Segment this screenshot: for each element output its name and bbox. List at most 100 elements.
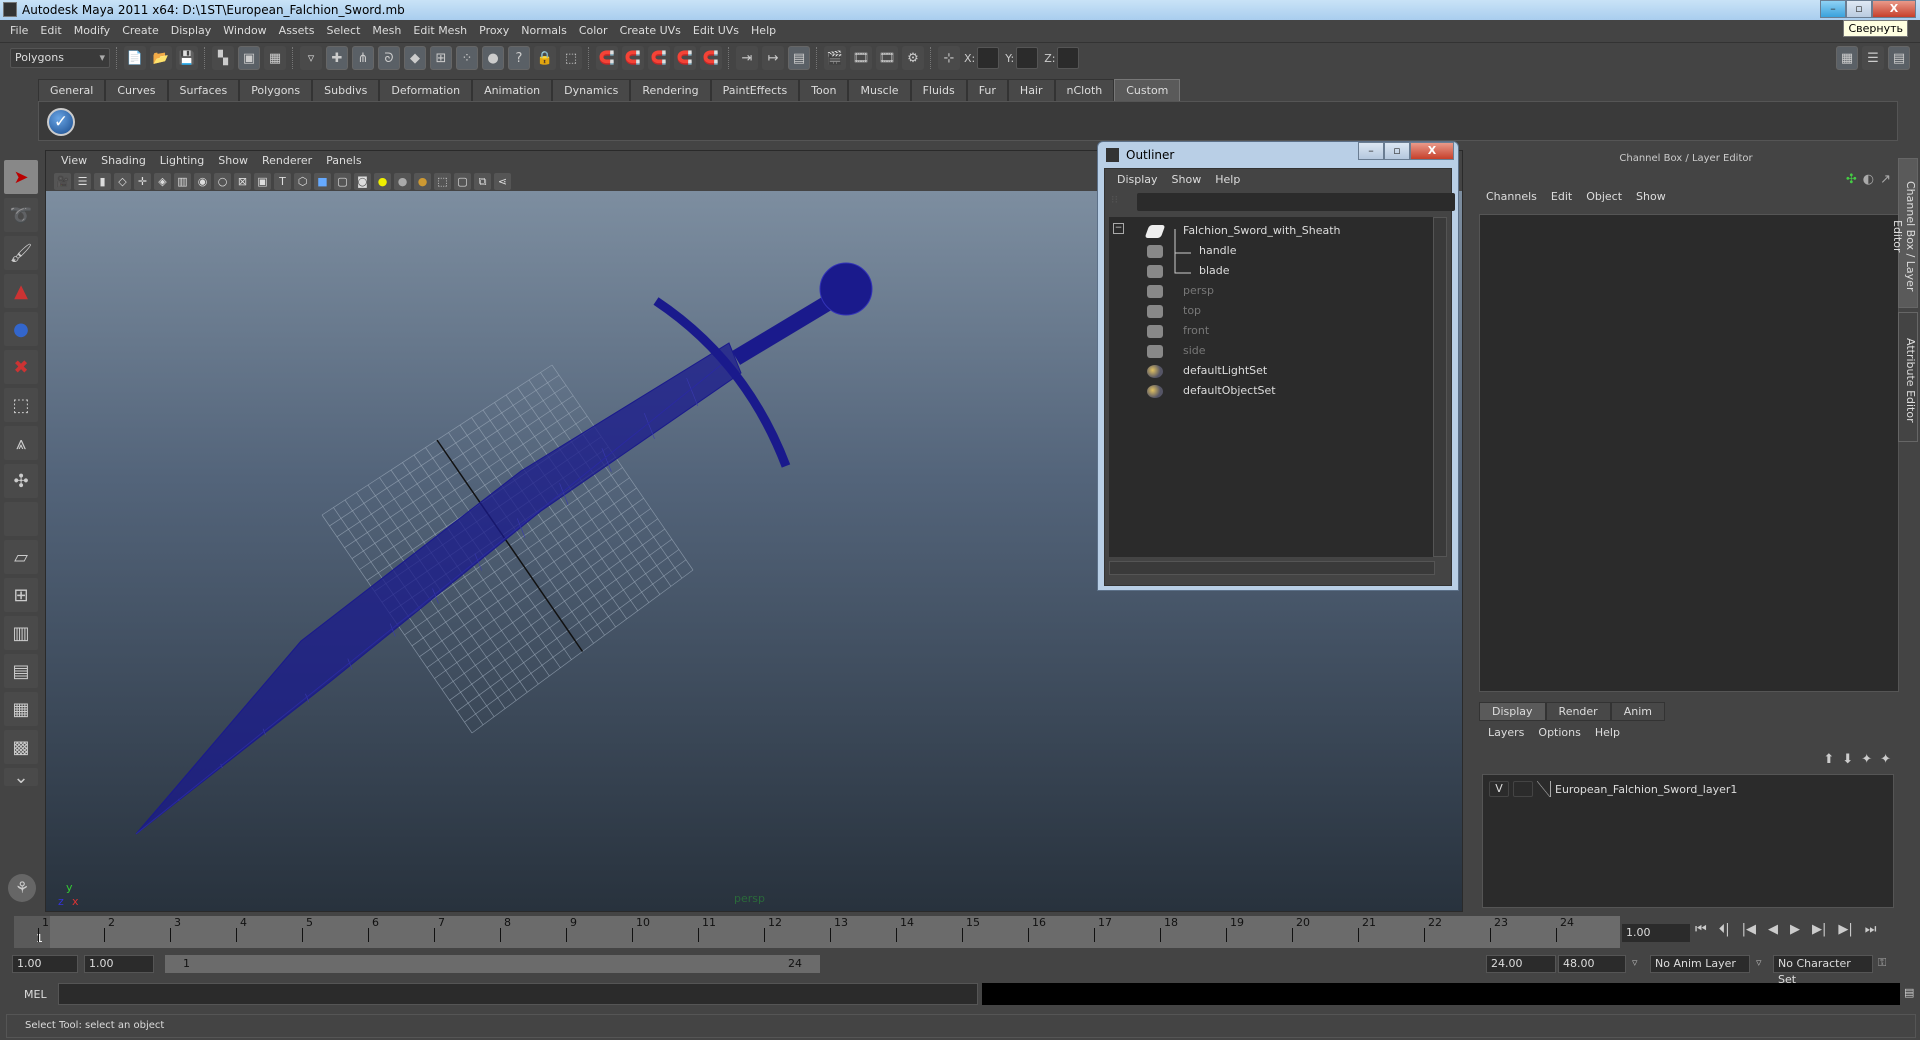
layer-menu-help[interactable]: Help [1588, 726, 1627, 739]
outliner-maximize-button[interactable]: ▫ [1384, 142, 1410, 160]
new-layer-selected-icon[interactable]: ✦ [1880, 752, 1891, 767]
layer-tab-anim[interactable]: Anim [1610, 702, 1665, 721]
menu-display[interactable]: Display [165, 24, 218, 37]
menu-help[interactable]: Help [745, 24, 782, 37]
select-hierarchy-icon[interactable]: ▚ [212, 46, 234, 70]
select-misc-icon[interactable]: ? [508, 46, 530, 70]
shelf-tab-polygons[interactable]: Polygons [239, 79, 313, 101]
outliner-menu-show[interactable]: Show [1166, 173, 1210, 186]
lock-selection-icon[interactable]: 🔒 [534, 46, 556, 70]
shelf-tab-hair[interactable]: Hair [1007, 79, 1055, 101]
outliner-filter-input[interactable] [1137, 193, 1455, 211]
tool-settings-toggle-icon[interactable]: ☰ [1862, 46, 1884, 70]
outliner-item[interactable]: top [1147, 301, 1201, 321]
menu-create[interactable]: Create [116, 24, 165, 37]
output-ops-icon[interactable]: ↦ [762, 46, 784, 70]
manipulator-icon[interactable]: ✣ [1846, 172, 1857, 187]
channel-menu-edit[interactable]: Edit [1544, 190, 1579, 203]
shelf-tab-animation[interactable]: Animation [472, 79, 553, 101]
step-forward-key-icon[interactable]: ▶| [1812, 922, 1826, 937]
single-perspective-layout-icon[interactable]: ▱ [4, 540, 38, 574]
play-forwards-icon[interactable]: ▶ [1790, 922, 1800, 937]
menu-create-uvs[interactable]: Create UVs [614, 24, 687, 37]
outliner-item[interactable]: side [1147, 341, 1206, 361]
manipulator-tool-icon[interactable]: ⬚ [4, 388, 38, 422]
outliner-item[interactable]: defaultObjectSet [1147, 381, 1276, 401]
move-layer-up-icon[interactable]: ⬆ [1823, 752, 1834, 767]
layer-tab-render[interactable]: Render [1545, 702, 1611, 721]
menu-file[interactable]: File [4, 24, 34, 37]
menu-edit-mesh[interactable]: Edit Mesh [407, 24, 473, 37]
current-frame-field[interactable]: 1.00 [1622, 924, 1690, 942]
start-time-field[interactable]: 1.00 [12, 955, 78, 973]
anim-start-field[interactable]: 1.00 [84, 955, 154, 973]
hypershade-layout-icon[interactable]: ▦ [4, 692, 38, 726]
script-editor-icon[interactable]: ▤ [1904, 986, 1914, 999]
lasso-tool-icon[interactable]: ➰ [4, 198, 38, 232]
make-live-icon[interactable]: 🧲 [700, 46, 722, 70]
grid-icon[interactable]: ◈ [154, 172, 171, 190]
safe-action-icon[interactable]: ▣ [254, 172, 271, 190]
layer-row[interactable]: V European_Falchion_Sword_layer1 [1489, 781, 1737, 797]
highlight-selection-icon[interactable]: ⬚ [560, 46, 582, 70]
shelf-tab-fur[interactable]: Fur [966, 79, 1008, 101]
auto-key-icon[interactable]: ⚿ [1878, 956, 1886, 970]
select-handles-icon[interactable]: ✚ [326, 46, 348, 70]
xray-icon[interactable]: ▢ [454, 172, 471, 190]
xray-joints-icon[interactable]: ⧉ [474, 172, 491, 190]
use-all-lights-icon[interactable]: ● [374, 172, 391, 190]
tab-attribute-editor[interactable]: Attribute Editor [1898, 312, 1918, 442]
layer-menu-options[interactable]: Options [1531, 726, 1587, 739]
last-tool-icon[interactable]: ✣ [4, 464, 38, 498]
filter-icon[interactable]: ⁝⁝ [1111, 193, 1118, 206]
high-quality-icon[interactable]: ● [414, 172, 431, 190]
outliner-item[interactable]: persp [1147, 281, 1214, 301]
play-backwards-icon[interactable]: ◀ [1768, 922, 1778, 937]
select-joints-icon[interactable]: ⋔ [352, 46, 374, 70]
shelf-tab-fluids[interactable]: Fluids [910, 79, 967, 101]
move-layer-down-icon[interactable]: ⬇ [1842, 752, 1853, 767]
layer-tab-display[interactable]: Display [1479, 702, 1546, 721]
restore-button[interactable]: ▫ [1846, 0, 1872, 18]
field-chart-icon[interactable]: ⊠ [234, 172, 251, 190]
channel-menu-object[interactable]: Object [1579, 190, 1629, 203]
viewport-menu-view[interactable]: View [54, 154, 94, 167]
go-to-end-icon[interactable]: ⏭ [1865, 922, 1877, 937]
shelf-tab-general[interactable]: General [38, 79, 106, 101]
menu-color[interactable]: Color [573, 24, 614, 37]
new-scene-icon[interactable]: 📄 [124, 46, 146, 70]
channel-menu-channels[interactable]: Channels [1479, 190, 1544, 203]
persp-graph-layout-icon[interactable]: ▤ [4, 654, 38, 688]
menu-modify[interactable]: Modify [68, 24, 116, 37]
snap-curve-icon[interactable]: 🧲 [622, 46, 644, 70]
channel-menu-show[interactable]: Show [1629, 190, 1673, 203]
rotate-tool-icon[interactable]: ● [4, 312, 38, 346]
transform-field-icon[interactable]: ⊹ [938, 46, 960, 70]
step-back-key-icon[interactable]: |◀ [1742, 922, 1756, 937]
xray-components-icon[interactable]: ⋖ [494, 172, 511, 190]
render-current-icon[interactable]: 🎞 [850, 46, 872, 70]
tab-channel-box-layer-editor[interactable]: Channel Box / Layer Editor [1891, 158, 1918, 308]
soft-mod-tool-icon[interactable]: ⩓ [4, 426, 38, 460]
outliner-vertical-scrollbar[interactable] [1433, 217, 1447, 557]
persp-outliner-layout-icon[interactable]: ▥ [4, 616, 38, 650]
select-rendering-icon[interactable]: ● [482, 46, 504, 70]
bookmarks-icon[interactable]: ▮ [94, 172, 111, 190]
wireframe-on-shaded-icon[interactable]: ▢ [334, 172, 351, 190]
layer-display-type-toggle[interactable] [1513, 781, 1533, 797]
end-time-field[interactable]: 24.00 [1486, 955, 1556, 973]
resolution-gate-icon[interactable]: ◉ [194, 172, 211, 190]
select-component-icon[interactable]: ▦ [264, 46, 286, 70]
image-plane-icon[interactable]: ◇ [114, 172, 131, 190]
outliner-minimize-button[interactable]: – [1358, 142, 1384, 160]
layer-color-swatch[interactable] [1537, 781, 1551, 797]
smooth-shade-icon[interactable]: ■ [314, 172, 331, 190]
viewport-menu-shading[interactable]: Shading [94, 154, 153, 167]
outliner-menu-help[interactable]: Help [1209, 173, 1248, 186]
character-set-dropdown-icon[interactable]: ▿ [1756, 956, 1762, 969]
construction-history-icon[interactable]: ▤ [788, 46, 810, 70]
shelf-tab-surfaces[interactable]: Surfaces [167, 79, 240, 101]
new-empty-layer-icon[interactable]: ✦ [1861, 752, 1872, 767]
film-gate-icon[interactable]: ▥ [174, 172, 191, 190]
snap-point-icon[interactable]: 🧲 [648, 46, 670, 70]
